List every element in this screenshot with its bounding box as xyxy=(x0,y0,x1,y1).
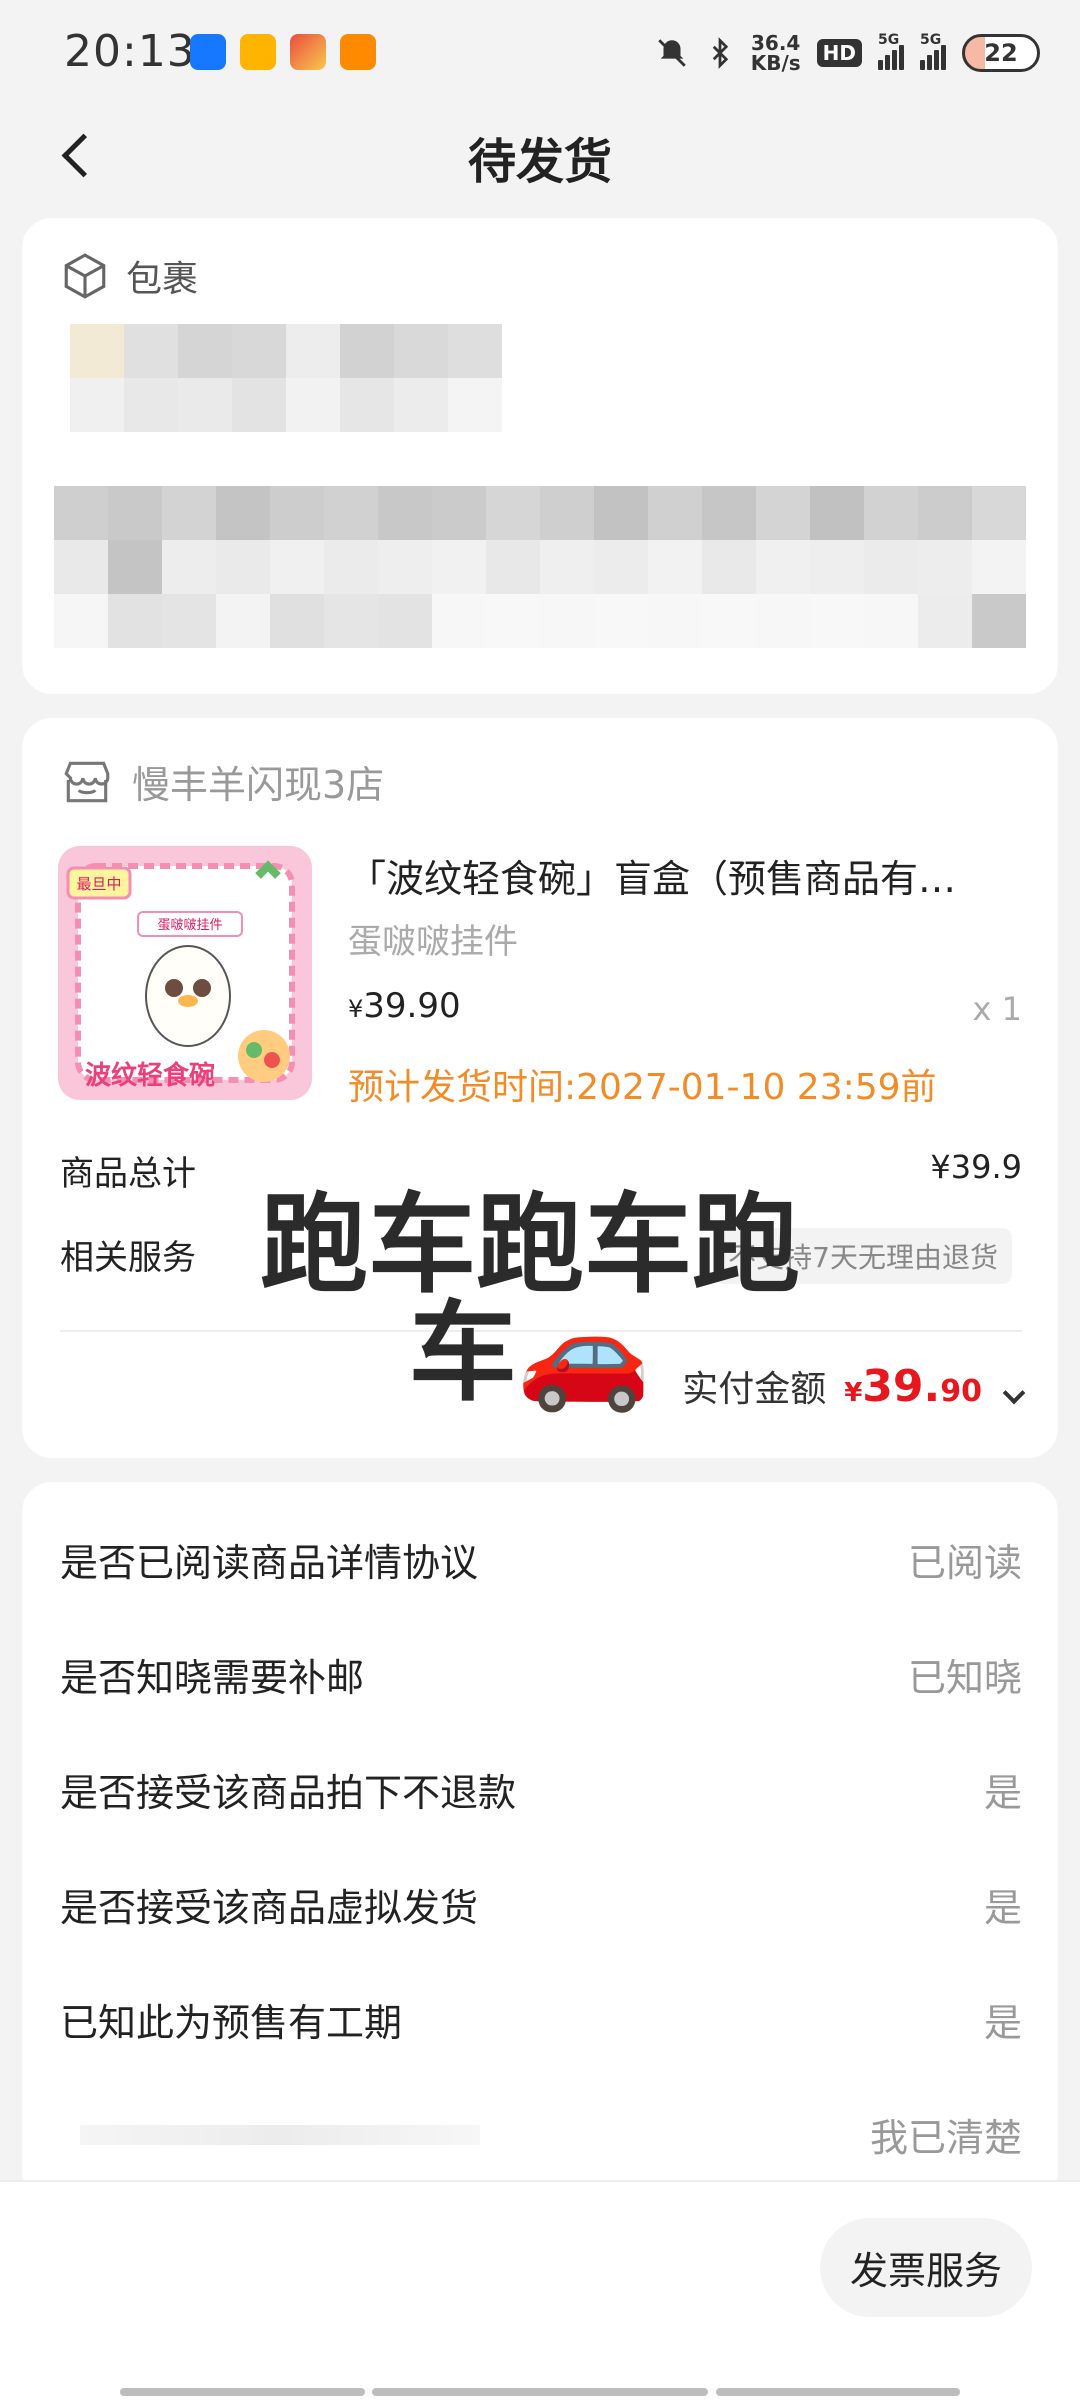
signal-icon: 5G xyxy=(920,32,946,70)
package-icon xyxy=(64,253,106,299)
total-value: ¥39.9 xyxy=(930,1148,1022,1186)
total-label: 商品总计 xyxy=(60,1154,196,1194)
blurred-label xyxy=(80,2125,480,2145)
confirmation-row: 是否接受该商品拍下不退款 是 xyxy=(60,1771,1022,1815)
confirmation-row: 是否已阅读商品详情协议 已阅读 xyxy=(60,1541,1022,1585)
product-price: ¥39.90 xyxy=(348,986,461,1026)
confirmation-row: 是否接受该商品虚拟发货 是 xyxy=(60,1886,1022,1930)
product-title[interactable]: 「波纹轻食碗」盲盒（预售商品有… xyxy=(348,848,1028,903)
status-bar: 20:13 36.4 KB/s HD 5G 5G 22 xyxy=(0,0,1080,100)
orange-app-icon xyxy=(240,34,276,70)
net-speed: 36.4 KB/s xyxy=(750,31,801,75)
confirmation-row: 已知此为预售有工期 是 xyxy=(60,2001,1022,2045)
product-spec: 蛋啵啵挂件 xyxy=(348,922,518,962)
hd-badge: HD xyxy=(816,39,862,67)
status-time: 20:13 xyxy=(64,26,196,77)
shop-name: 慢丰羊闪现3店 xyxy=(132,763,385,807)
bottom-action-bar: 发票服务 xyxy=(0,2180,1080,2400)
address-mosaic xyxy=(54,486,1026,648)
address-mosaic xyxy=(70,324,502,432)
package-card: 包裹 xyxy=(22,218,1058,694)
home-indicator[interactable] xyxy=(716,2388,960,2396)
signal-icon: 5G xyxy=(878,32,904,70)
product-quantity: x 1 xyxy=(972,990,1022,1028)
home-indicator[interactable] xyxy=(372,2388,708,2396)
home-indicator[interactable] xyxy=(120,2388,365,2396)
page-title: 待发货 xyxy=(467,134,612,190)
confirmation-row: 是否知晓需要补邮 已知晓 xyxy=(60,1656,1022,1700)
battery-icon: 22 xyxy=(962,34,1040,72)
shop-icon xyxy=(64,761,110,802)
package-label: 包裹 xyxy=(126,259,199,300)
confirmation-row: 我已清楚 xyxy=(60,2107,1022,2167)
product-image[interactable]: 最旦中 蛋啵啵挂件 波纹轻食碗 xyxy=(58,846,312,1100)
image-badge-text: 最旦中 xyxy=(76,875,121,893)
image-tag-text: 蛋啵啵挂件 xyxy=(157,918,222,933)
game-app-icon xyxy=(290,34,326,70)
invoice-service-button[interactable]: 发票服务 xyxy=(819,2218,1032,2317)
overlay-sticker-text: 跑车跑车跑 车🚗 xyxy=(259,1183,800,1416)
chevron-down-icon[interactable] xyxy=(1002,1381,1026,1405)
estimated-ship-time: 预计发货时间:2027-01-10 23:59前 xyxy=(348,1067,937,1108)
bell-off-icon xyxy=(657,39,686,67)
video-app-icon xyxy=(340,34,376,70)
shop-header[interactable]: 慢丰羊闪现3店 xyxy=(60,754,384,809)
alipay-icon xyxy=(190,34,226,70)
paid-amount: ¥39.90 xyxy=(844,1361,982,1412)
bluetooth-icon xyxy=(712,37,728,69)
service-label: 相关服务 xyxy=(60,1238,196,1278)
confirmation-card: 是否已阅读商品详情协议 已阅读 是否知晓需要补邮 已知晓 是否接受该商品拍下不退… xyxy=(22,1482,1058,2202)
image-brand-text: 波纹轻食碗 xyxy=(85,1060,215,1091)
nav-bar: 待发货 xyxy=(0,100,1080,210)
